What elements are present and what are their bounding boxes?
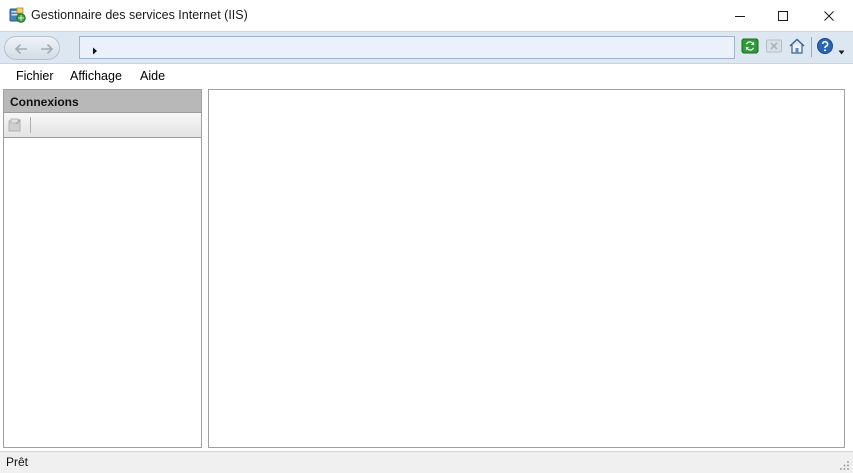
refresh-button[interactable] — [741, 37, 759, 55]
close-button[interactable] — [806, 0, 852, 31]
connect-button[interactable] — [7, 117, 23, 133]
window-title: Gestionnaire des services Internet (IIS) — [31, 8, 248, 22]
status-text: Prêt — [6, 455, 29, 469]
connections-pane: Connexions — [3, 89, 202, 448]
breadcrumb-arrow-icon[interactable] — [92, 44, 98, 55]
minimize-icon — [735, 15, 745, 17]
title-bar: Gestionnaire des services Internet (IIS) — [0, 0, 853, 31]
stop-button[interactable] — [765, 37, 783, 55]
arrow-left-icon — [14, 43, 27, 55]
forward-button[interactable] — [38, 41, 56, 57]
resize-grip-icon[interactable] — [838, 459, 850, 471]
navigation-bar — [0, 31, 853, 64]
minimize-button[interactable] — [717, 0, 763, 31]
menu-affichage[interactable]: Affichage — [70, 69, 122, 83]
maximize-icon — [778, 10, 788, 21]
back-button[interactable] — [12, 41, 30, 57]
connect-icon — [8, 118, 21, 132]
content-pane — [208, 89, 845, 448]
connections-toolbar — [4, 113, 201, 138]
home-icon — [789, 38, 805, 54]
menu-fichier[interactable]: Fichier — [16, 69, 54, 83]
status-bar: Prêt — [0, 451, 853, 473]
close-icon — [824, 10, 834, 21]
help-icon — [817, 38, 833, 54]
home-button[interactable] — [788, 37, 806, 55]
connections-title: Connexions — [10, 95, 79, 109]
refresh-icon — [741, 38, 759, 54]
address-bar[interactable] — [79, 36, 735, 59]
toolbar-separator — [30, 117, 31, 133]
menu-bar: Fichier Affichage Aide — [0, 64, 853, 89]
arrow-right-icon — [41, 43, 54, 55]
help-dropdown-icon[interactable] — [838, 44, 845, 55]
toolbar-separator — [811, 37, 812, 57]
menu-aide[interactable]: Aide — [140, 69, 165, 83]
iis-manager-icon[interactable] — [9, 7, 26, 24]
connections-header: Connexions — [4, 90, 201, 113]
maximize-button[interactable] — [760, 0, 806, 31]
back-forward-group — [4, 36, 60, 60]
stop-icon — [766, 39, 782, 53]
help-button[interactable] — [816, 37, 834, 55]
connections-tree[interactable] — [4, 139, 201, 447]
